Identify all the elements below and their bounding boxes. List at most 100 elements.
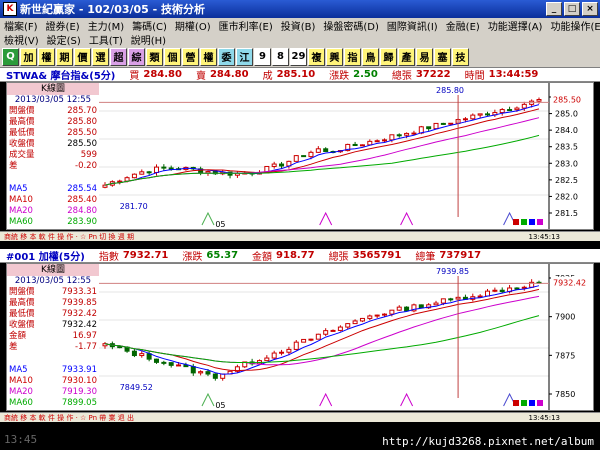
candle-body <box>146 171 152 174</box>
high-label: 285.80 <box>436 86 464 95</box>
toolbar-button[interactable]: 指 <box>344 47 361 66</box>
quote-row: 開盤價 7933.31 <box>7 287 99 298</box>
quote-value: 285.50 <box>67 139 97 149</box>
menu-item[interactable]: 工具(T) <box>85 32 127 47</box>
app-icon: K <box>3 2 17 16</box>
toolbar-button[interactable]: 權 <box>200 47 217 66</box>
candle-body <box>440 122 446 125</box>
quote-value: 285.50 <box>67 128 97 138</box>
quote-row: 差 -1.77 <box>7 342 99 353</box>
toolbar-button[interactable]: 產 <box>398 47 415 66</box>
toolbar-button[interactable]: 超 <box>110 47 127 66</box>
toolbar-button[interactable]: 權 <box>38 47 55 66</box>
y-tick-label: 7875 <box>555 351 575 360</box>
toolbar-button[interactable]: 興 <box>326 47 343 66</box>
legend-swatch <box>521 219 527 225</box>
menu-item[interactable]: 證券(E) <box>42 18 84 33</box>
ma-row: MA5 7933.91 <box>7 365 99 376</box>
field-label: 總張 <box>391 71 412 82</box>
toolbar-button[interactable]: 29 <box>290 47 307 66</box>
menu-item[interactable]: 期權(O) <box>171 18 215 33</box>
menu-item[interactable]: 功能選擇(A) <box>484 18 547 33</box>
quote-key: 開盤價 <box>9 287 35 297</box>
menu-item[interactable]: 功能操作(E) <box>546 18 600 33</box>
quote-row: 最低價 285.50 <box>7 128 99 139</box>
menu-item[interactable]: 金融(E) <box>442 18 484 33</box>
watermark-url: http://kujd3268.pixnet.net/album <box>382 435 594 448</box>
field-value: 918.77 <box>276 250 315 261</box>
menu-item[interactable]: 操盤密碼(D) <box>319 18 383 33</box>
toolbar-button[interactable]: 9 <box>254 47 271 66</box>
toolbar-button[interactable]: 技 <box>452 47 469 66</box>
low-label: 281.70 <box>120 202 148 211</box>
candle-body <box>161 166 167 169</box>
current-price-label: 7932.42 <box>553 279 586 288</box>
panel1-status-text: 商統 移 本 軟 件 操 作 · ☆ Pn 切 換 週 期 <box>4 232 134 241</box>
panel1-chart[interactable]: K線圖 2013/03/05 12:55 開盤價 285.70 最高價 285.80 最低價… <box>6 82 594 230</box>
panel1-status-time: 13:45:13 <box>528 232 560 241</box>
ma-value: 7930.10 <box>61 376 97 386</box>
toolbar-button[interactable]: 營 <box>182 47 199 66</box>
quote-row: 最低價 7932.42 <box>7 309 99 320</box>
menu-item[interactable]: 國際資訊(I) <box>383 18 442 33</box>
menu-item[interactable]: 投資(B) <box>277 18 320 33</box>
symbol-name: STWA& 摩台指&(5分) <box>6 71 116 82</box>
toolbar-button[interactable]: Q <box>2 47 19 66</box>
toolbar-button[interactable]: 選 <box>92 47 109 66</box>
candle-body <box>492 289 498 292</box>
toolbar-button[interactable]: 價 <box>74 47 91 66</box>
panel2-status-text: 商統 移 本 軟 件 操 作 · ☆ Pn 帶 業 退 出 <box>4 413 134 422</box>
menu-item[interactable]: 設定(S) <box>43 32 85 47</box>
quote-key: 差 <box>9 161 18 171</box>
quote-key: 收盤價 <box>9 320 35 330</box>
plot-area <box>99 83 549 229</box>
candle-body <box>190 366 196 374</box>
menu-item[interactable]: 主力(M) <box>84 18 128 33</box>
ma-value: 7933.91 <box>61 365 97 375</box>
toolbar-button[interactable]: 8 <box>272 47 289 66</box>
taskbar-clock: 13:45 <box>4 433 38 446</box>
toolbar-button[interactable]: 鳥 <box>362 47 379 66</box>
quote-key: 金額 <box>9 331 27 341</box>
toolbar-button[interactable]: 個 <box>164 47 181 66</box>
toolbar-button[interactable]: 類 <box>146 47 163 66</box>
panel1-chart-svg[interactable]: 286.0285.0284.0283.5283.0282.5282.0281.5… <box>99 83 593 229</box>
maximize-button[interactable]: □ <box>564 2 580 16</box>
ma-value: 283.90 <box>67 217 97 227</box>
toolbar-button[interactable]: 委 <box>218 47 235 66</box>
candle-body <box>271 163 277 167</box>
toolbar-button[interactable]: 塞 <box>434 47 451 66</box>
candle-body <box>367 140 373 146</box>
candle-body <box>352 143 358 147</box>
ma-key: MA10 <box>9 376 33 386</box>
toolbar-button[interactable]: 易 <box>416 47 433 66</box>
panel1-info-bar: STWA& 摩台指&(5分) 買 284.80 賣 284.80 成 285.10 漲跌 2.5… <box>0 68 600 82</box>
toolbar-button[interactable]: 歸 <box>380 47 397 66</box>
menu-item[interactable]: 說明(H) <box>127 32 170 47</box>
candle-body <box>308 151 314 158</box>
quote-value: 285.80 <box>67 117 97 127</box>
close-button[interactable]: × <box>582 2 598 16</box>
toolbar-button[interactable]: 複 <box>308 47 325 66</box>
side-spacer <box>7 353 99 365</box>
menu-item[interactable]: 檢視(V) <box>0 32 43 47</box>
candle-body <box>418 304 424 309</box>
ma-row: MA60 7899.05 <box>7 398 99 409</box>
toolbar-button[interactable]: 期 <box>56 47 73 66</box>
candle-body <box>279 163 285 167</box>
menu-item[interactable]: 檔案(F) <box>0 18 42 33</box>
menu-item[interactable]: 匯市利率(E) <box>215 18 277 33</box>
toolbar-button[interactable]: 江 <box>236 47 253 66</box>
candle-body <box>448 122 454 125</box>
toolbar-button[interactable]: 綜 <box>128 47 145 66</box>
legend-swatch <box>513 219 519 225</box>
quote-value: 7933.31 <box>61 287 97 297</box>
panel2-chart-svg[interactable]: 79257900787578507939.857849.52057932.42 <box>99 264 593 410</box>
candle-body <box>131 173 137 179</box>
high-label: 7939.85 <box>436 267 469 276</box>
candle-body <box>293 341 299 350</box>
minimize-button[interactable]: _ <box>546 2 562 16</box>
panel2-chart[interactable]: K線圖 2013/03/05 12:55 開盤價 7933.31 最高價 7939.85 最… <box>6 263 594 411</box>
menu-item[interactable]: 籌碼(C) <box>128 18 171 33</box>
toolbar-button[interactable]: 加 <box>20 47 37 66</box>
